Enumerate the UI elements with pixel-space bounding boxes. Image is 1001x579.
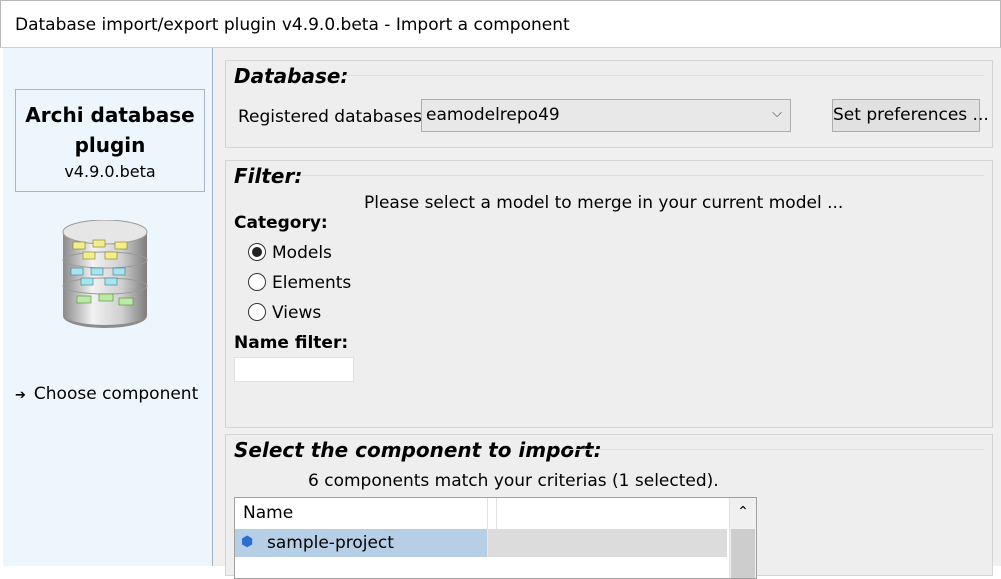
filter-hint: Please select a model to merge in your c…	[364, 193, 844, 213]
category-models-label: Models	[272, 243, 332, 263]
category-elements-radio[interactable]: Elements	[248, 273, 351, 293]
column-header-2[interactable]	[497, 498, 727, 529]
radio-checked-icon[interactable]	[248, 243, 266, 261]
registered-databases-label: Registered databases:	[238, 107, 428, 127]
name-filter-label: Name filter:	[234, 333, 349, 353]
database-group: Database: Registered databases: eamodelr…	[225, 60, 993, 148]
plugin-name: Archi database plugin	[25, 103, 195, 157]
filter-group-title: Filter:	[234, 164, 303, 188]
chevron-down-icon[interactable]: ⌵	[772, 106, 782, 121]
chevron-up-icon[interactable]: ⌃	[730, 504, 756, 520]
component-group: Select the component to import: 6 compon…	[225, 434, 993, 579]
selected-database: eamodelrepo49	[426, 105, 560, 125]
registered-databases-select[interactable]: eamodelrepo49 ⌵	[421, 99, 791, 132]
filter-group: Filter: Please select a model to merge i…	[225, 160, 993, 428]
set-preferences-button[interactable]: Set preferences ...	[832, 99, 989, 132]
column-divider[interactable]	[488, 498, 497, 529]
category-models-radio[interactable]: Models	[248, 243, 332, 263]
database-group-title: Database:	[234, 64, 349, 88]
column-header-name[interactable]: Name	[235, 498, 488, 529]
table-cell-name[interactable]: ⬢ sample-project	[235, 529, 488, 557]
window-title: Database import/export plugin v4.9.0.bet…	[15, 15, 570, 35]
step-label: Choose component	[33, 384, 199, 404]
step-choose-component: ➔ Choose component	[15, 384, 198, 404]
category-label: Category:	[234, 213, 328, 233]
scrollbar-thumb[interactable]	[731, 529, 755, 578]
vertical-scrollbar[interactable]: ⌃	[729, 498, 756, 578]
category-views-radio[interactable]: Views	[248, 303, 321, 323]
radio-unchecked-icon[interactable]	[248, 303, 266, 321]
radio-unchecked-icon[interactable]	[248, 273, 266, 291]
category-views-label: Views	[272, 303, 322, 323]
table-row[interactable]: ⬢ sample-project	[235, 529, 727, 557]
model-icon: ⬢	[241, 534, 254, 550]
component-group-title: Select the component to import:	[234, 438, 602, 462]
plugin-version: v4.9.0.beta	[64, 162, 156, 181]
window-title-bar: Database import/export plugin v4.9.0.bet…	[0, 0, 1001, 48]
main-panel: Database: Registered databases: eamodelr…	[213, 48, 1001, 579]
name-filter-input[interactable]	[234, 357, 354, 382]
sidebar: Archi database plugin v4.9.0.beta ➔ Choo…	[3, 48, 213, 566]
plugin-logo-box: Archi database plugin v4.9.0.beta	[15, 89, 205, 192]
component-table: Name ⬢ sample-project ⌃	[234, 497, 757, 579]
arrow-right-icon: ➔	[15, 388, 26, 403]
category-elements-label: Elements	[272, 273, 352, 293]
database-icon	[59, 219, 151, 337]
row-name: sample-project	[267, 533, 394, 553]
match-count-text: 6 components match your criterias (1 sel…	[308, 471, 719, 491]
